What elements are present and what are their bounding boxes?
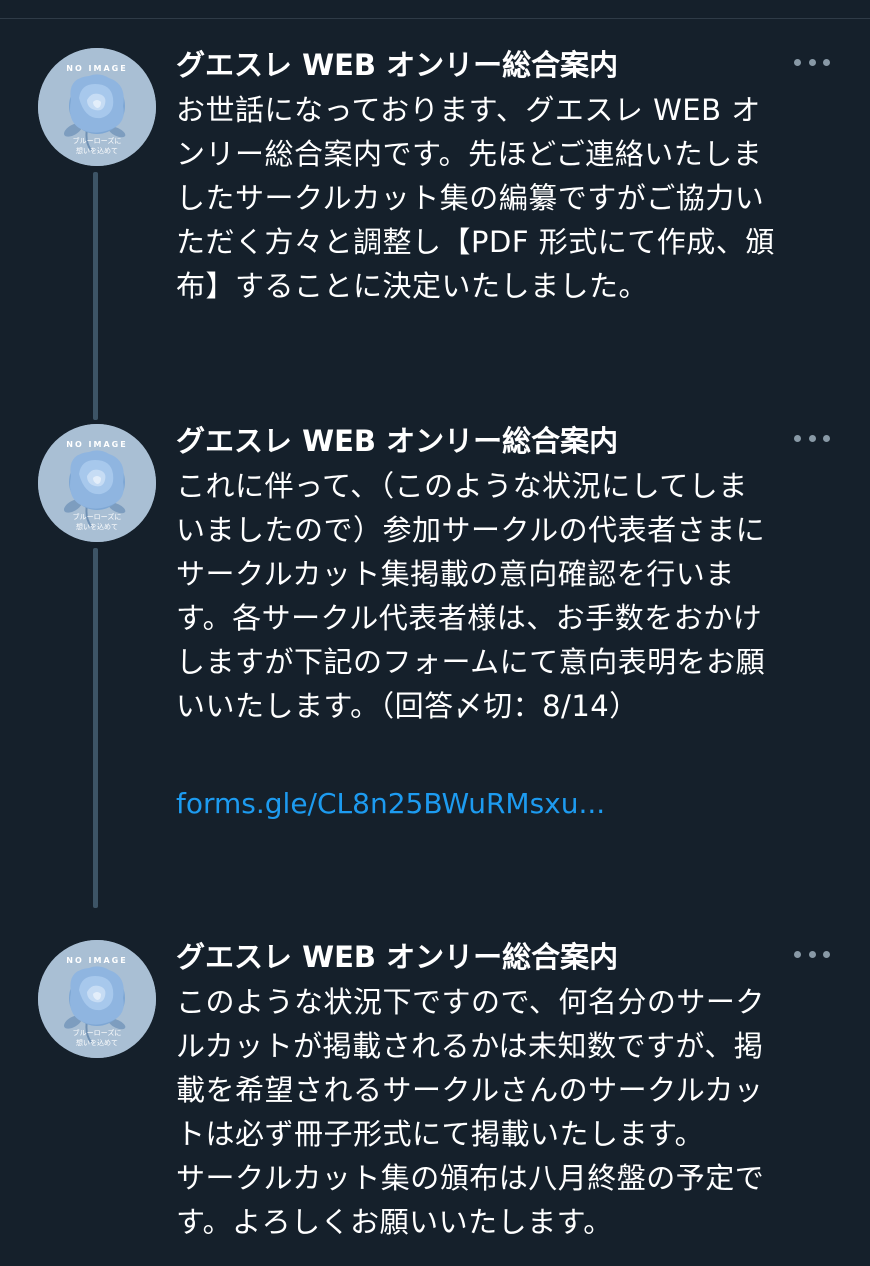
avatar-caption-line: 想いを込めて — [76, 147, 118, 155]
tweet[interactable]: NO IMAGE ブルーローズに 想いを込めて グエスレ WEB オンリー総合案… — [0, 424, 870, 844]
avatar-label: NO IMAGE — [66, 64, 128, 73]
avatar-caption: ブルーローズに 想いを込めて — [38, 136, 156, 156]
avatar-caption: ブルーローズに 想いを込めて — [38, 512, 156, 532]
form-link[interactable]: forms.gle/CL8n25BWuRMsxu... — [176, 782, 605, 826]
tweet-text: このような状況下ですので、何名分のサーク ルカットが掲載されるかは未知数ですが、… — [176, 985, 765, 1239]
avatar-caption: ブルーローズに 想いを込めて — [38, 1028, 156, 1048]
author-name[interactable]: グエスレ WEB オンリー総合案内 — [176, 48, 618, 82]
avatar-caption-line: 想いを込めて — [76, 523, 118, 531]
avatar[interactable]: NO IMAGE ブルーローズに 想いを込めて — [38, 424, 156, 542]
author-name[interactable]: グエスレ WEB オンリー総合案内 — [176, 940, 618, 974]
top-divider — [0, 18, 870, 19]
tweet-text: これに伴って、（このような状況にしてしま いましたので）参加サークルの代表者さま… — [176, 469, 766, 723]
tweet[interactable]: NO IMAGE ブルーローズに 想いを込めて グエスレ WEB オンリー総合案… — [0, 48, 870, 328]
more-options-icon[interactable] — [794, 942, 830, 966]
tweet-text: お世話になっております、グエスレ WEB オ ンリー総合案内です。先ほどご連絡い… — [176, 93, 775, 303]
tweet[interactable]: NO IMAGE ブルーローズに 想いを込めて グエスレ WEB オンリー総合案… — [0, 940, 870, 1266]
avatar-caption-line: ブルーローズに — [72, 513, 122, 521]
author-name[interactable]: グエスレ WEB オンリー総合案内 — [176, 424, 618, 458]
more-options-icon[interactable] — [794, 426, 830, 450]
more-options-icon[interactable] — [794, 50, 830, 74]
avatar[interactable]: NO IMAGE ブルーローズに 想いを込めて — [38, 48, 156, 166]
avatar-label: NO IMAGE — [66, 440, 128, 449]
avatar[interactable]: NO IMAGE ブルーローズに 想いを込めて — [38, 940, 156, 1058]
avatar-label: NO IMAGE — [66, 956, 128, 965]
avatar-caption-line: ブルーローズに — [72, 137, 122, 145]
avatar-caption-line: 想いを込めて — [76, 1039, 118, 1047]
avatar-caption-line: ブルーローズに — [72, 1029, 122, 1037]
